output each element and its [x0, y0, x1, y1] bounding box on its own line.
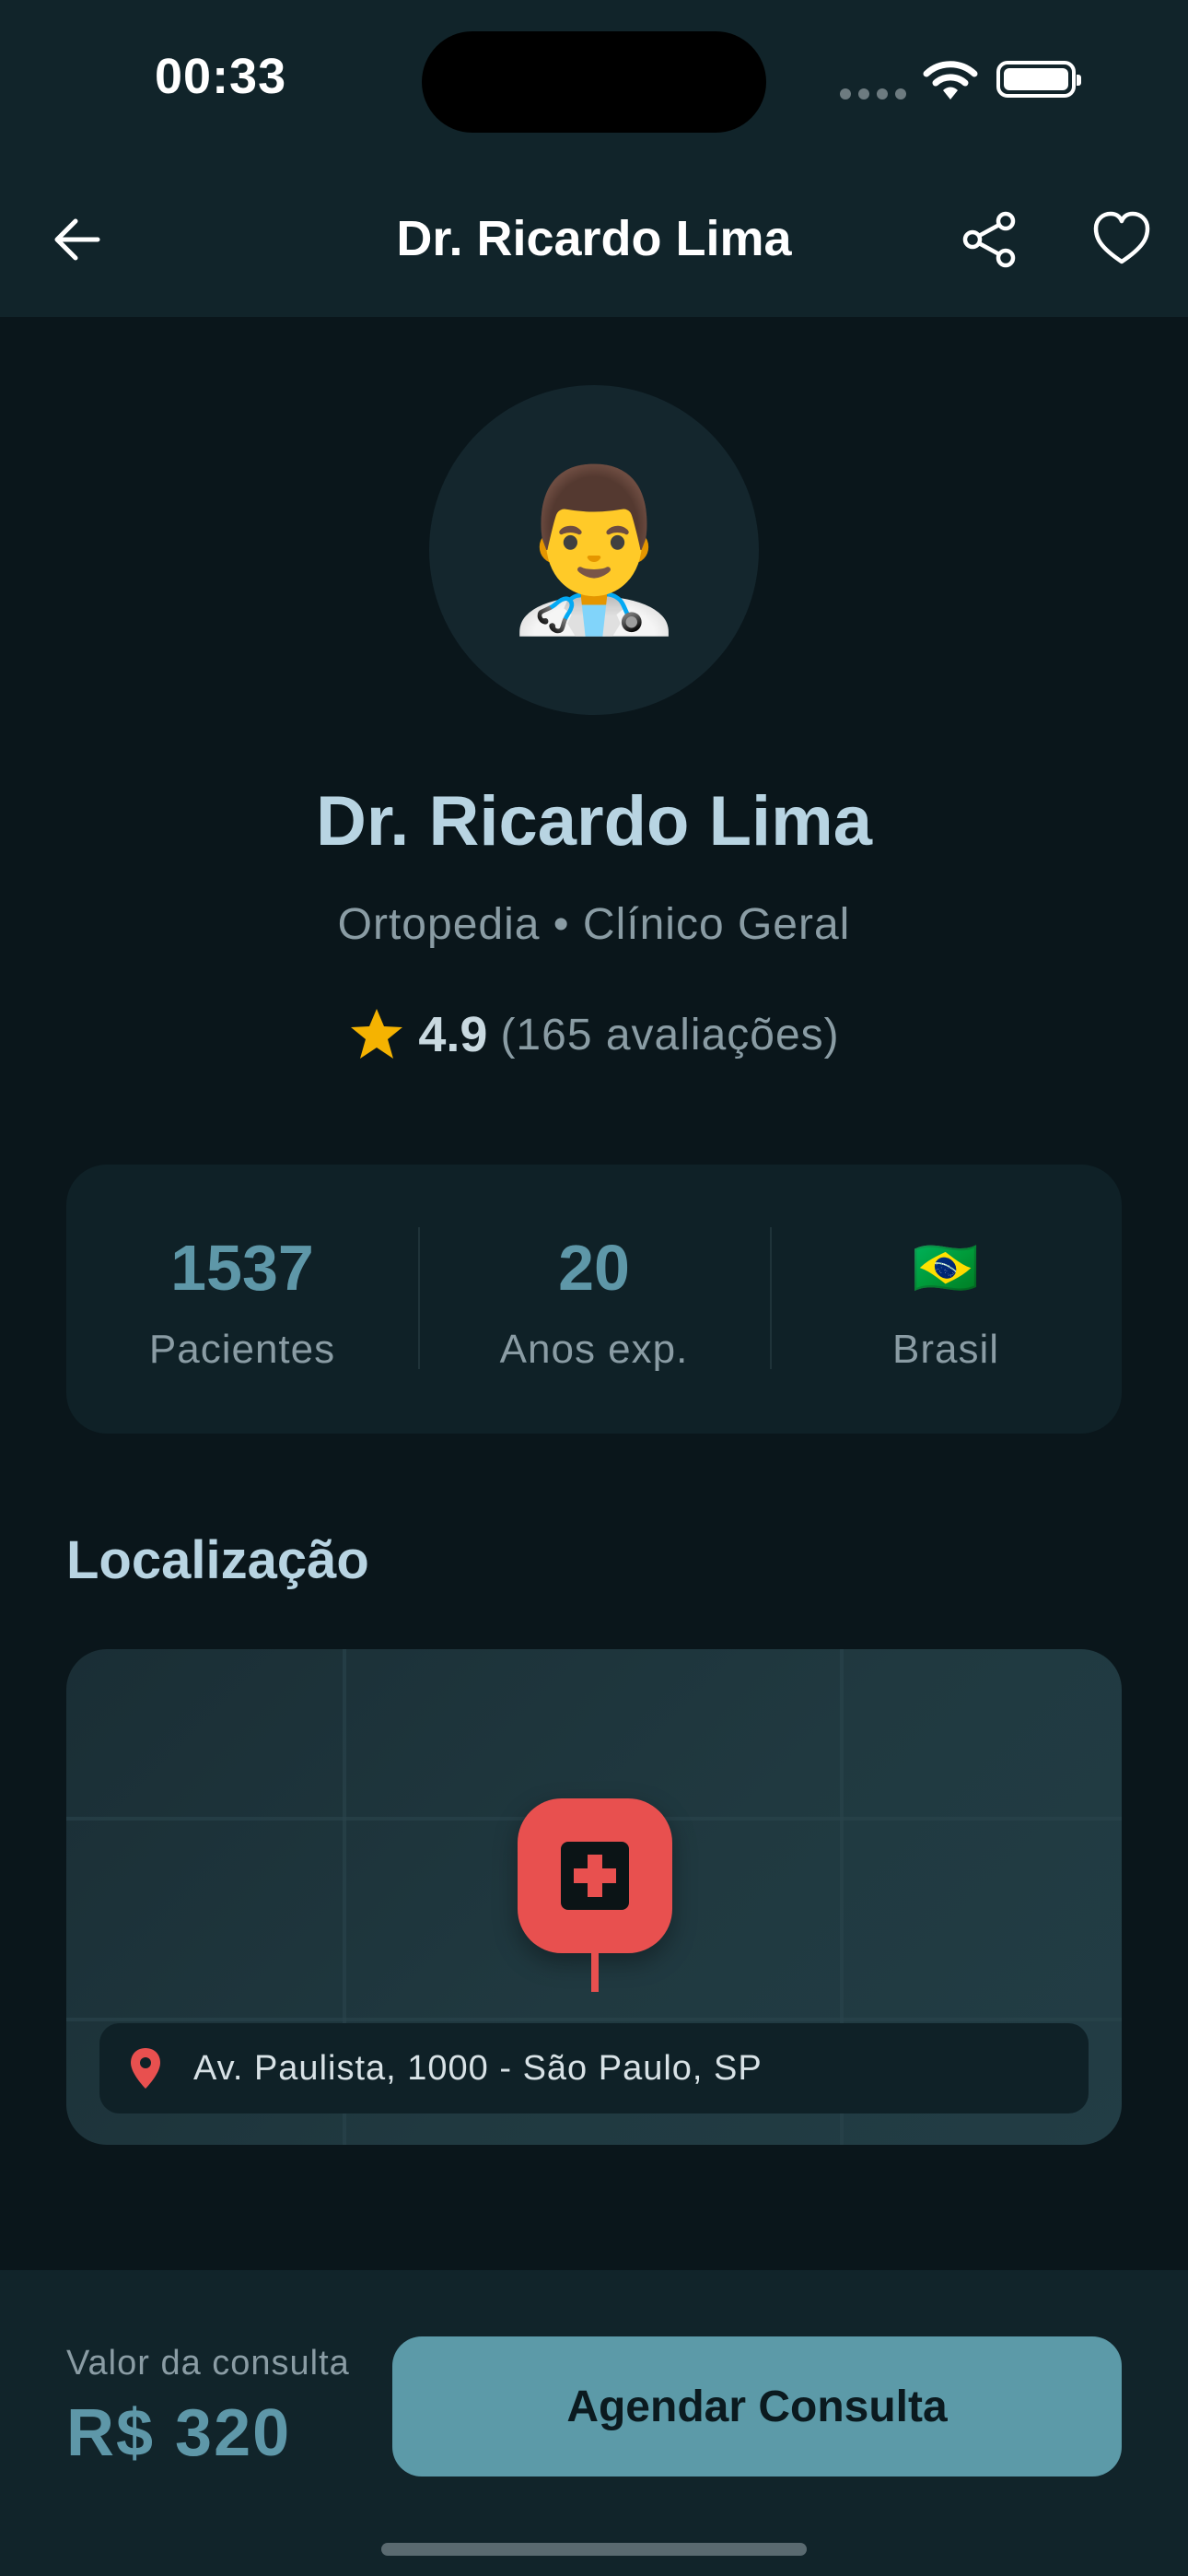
stats-card: 1537 Pacientes 20 Anos exp. 🇧🇷 Brasil	[66, 1165, 1122, 1434]
rating: 4.9 (165 avaliações)	[0, 1006, 1188, 1063]
rating-value: 4.9	[418, 1007, 488, 1062]
pin-stem	[591, 1951, 599, 1992]
doctor-specialties: Ortopedia • Clínico Geral	[337, 900, 851, 949]
price-label: Valor da consulta	[66, 2344, 350, 2383]
stat-label: Anos exp.	[499, 1327, 689, 1372]
address-text: Av. Paulista, 1000 - São Paulo, SP	[193, 2048, 763, 2088]
star-icon	[351, 1009, 403, 1059]
share-icon[interactable]	[958, 208, 1020, 271]
doctor-emoji: 👨‍⚕️	[496, 463, 692, 638]
brazil-flag-icon: 🇧🇷	[912, 1238, 980, 1298]
stat-experience: 20 Anos exp.	[418, 1165, 770, 1434]
stat-value: 1537	[170, 1232, 314, 1304]
map-pin-icon	[131, 2048, 160, 2089]
rating-count: (165 avaliações)	[500, 1010, 840, 1060]
location-title: Localização	[66, 1530, 369, 1590]
clinic-pin[interactable]	[518, 1798, 672, 1953]
battery-icon	[996, 61, 1081, 98]
heart-icon[interactable]	[1090, 208, 1153, 271]
location-map[interactable]: Av. Paulista, 1000 - São Paulo, SP	[66, 1649, 1122, 2145]
status-time: 00:33	[155, 49, 287, 104]
stat-value: 20	[558, 1232, 630, 1304]
home-indicator[interactable]	[381, 2543, 807, 2556]
price-value: R$ 320	[66, 2396, 292, 2470]
booking-bar: Valor da consulta R$ 320 Agendar Consult…	[0, 2270, 1188, 2576]
avatar: 👨‍⚕️	[429, 385, 759, 715]
book-appointment-button[interactable]: Agendar Consulta	[392, 2336, 1122, 2476]
stat-country: 🇧🇷 Brasil	[770, 1165, 1122, 1434]
dynamic-island	[422, 31, 766, 133]
address-bar: Av. Paulista, 1000 - São Paulo, SP	[99, 2023, 1089, 2113]
wifi-icon	[923, 61, 978, 100]
medical-cross-icon	[561, 1842, 629, 1910]
stat-patients: 1537 Pacientes	[66, 1165, 418, 1434]
top-bar: 00:33 Dr. Ricardo Lima	[0, 0, 1188, 317]
cellular-signal-icon	[840, 88, 906, 100]
status-icons	[840, 55, 1089, 103]
map-street	[66, 2018, 1122, 2021]
stat-label: Brasil	[891, 1327, 1000, 1372]
stat-label: Pacientes	[148, 1327, 336, 1372]
doctor-name: Dr. Ricardo Lima	[316, 782, 872, 861]
